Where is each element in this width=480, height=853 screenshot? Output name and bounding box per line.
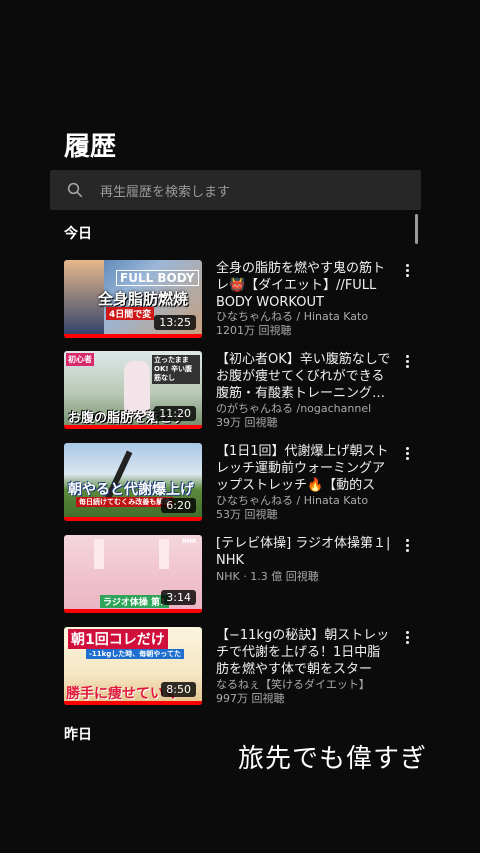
- watch-progress-bar: [64, 425, 202, 429]
- video-thumbnail[interactable]: 朝1回コレだけ -11kgした時、毎朝やってた 勝手に痩せていく 8:50: [64, 627, 202, 705]
- more-options-icon[interactable]: [400, 262, 414, 278]
- video-thumbnail[interactable]: FULL BODY 全身脂肪燃焼 4日間で変 13:25: [64, 260, 202, 338]
- video-views: 1201万 回視聴: [216, 324, 292, 337]
- video-duration: 6:20: [161, 498, 196, 513]
- thumbnail-text: ラジオ体操 第1: [100, 595, 170, 608]
- video-channel[interactable]: なるねぇ【笑けるダイエット】: [216, 678, 396, 692]
- video-item[interactable]: FULL BODY 全身脂肪燃焼 4日間で変 13:25 全身の脂肪を燃やす鬼の…: [64, 260, 418, 340]
- thumbnail-text: 立ったままOK! 辛い腹筋なし: [152, 355, 200, 384]
- thumbnail-text: FULL BODY: [116, 270, 199, 286]
- thumbnail-text: 毎日続けてむくみ改善も解消: [76, 497, 174, 507]
- overlay-caption: 旅先でも偉すぎ: [238, 744, 428, 774]
- video-duration: 3:14: [161, 590, 196, 605]
- more-options-icon[interactable]: [400, 445, 414, 461]
- more-options-icon[interactable]: [400, 353, 414, 369]
- video-item[interactable]: NHK ラジオ体操 第1 3:14 [テレビ体操] ラジオ体操第１| NHK N…: [64, 535, 418, 615]
- video-thumbnail[interactable]: NHK ラジオ体操 第1 3:14: [64, 535, 202, 613]
- video-title[interactable]: 【1日1回】代謝爆上げ朝ストレッチ運動前ウォーミングアップストレッチ🔥【動的スト…: [216, 443, 392, 494]
- more-options-icon[interactable]: [400, 537, 414, 553]
- section-today: 今日: [64, 226, 92, 242]
- video-item[interactable]: 初心者 立ったままOK! 辛い腹筋なし お腹の脂肪を落とす 11:20 【初心者…: [64, 351, 418, 431]
- video-views: 53万 回視聴: [216, 508, 278, 521]
- video-item[interactable]: 朝1回コレだけ -11kgした時、毎朝やってた 勝手に痩せていく 8:50 【−…: [64, 627, 418, 707]
- video-thumbnail[interactable]: 初心者 立ったままOK! 辛い腹筋なし お腹の脂肪を落とす 11:20: [64, 351, 202, 429]
- video-duration: 13:25: [154, 315, 196, 330]
- video-title[interactable]: 【初心者OK】辛い腹筋なしでお腹が痩せてくびれができる腹筋・有酸素トレーニング…: [216, 351, 392, 402]
- video-channel[interactable]: ひなちゃんねる / Hinata Kato: [216, 310, 396, 324]
- video-title[interactable]: 【−11kgの秘訣】朝ストレッチで代謝を上げる！1日中脂肪を燃やす体で朝をスター…: [216, 627, 392, 678]
- search-icon: [67, 182, 83, 198]
- watch-progress-bar: [64, 334, 202, 338]
- video-duration: 11:20: [154, 406, 196, 421]
- thumbnail-text: 朝やると代謝爆上げ: [68, 482, 194, 498]
- history-search-box[interactable]: 再生履歴を検索します: [50, 170, 421, 210]
- more-options-icon[interactable]: [400, 629, 414, 645]
- page-title: 履歴: [64, 132, 117, 162]
- thumbnail-text: 朝1回コレだけ: [68, 629, 168, 649]
- video-thumbnail[interactable]: 朝やると代謝爆上げ 毎日続けてむくみ改善も解消 6:20: [64, 443, 202, 521]
- video-channel[interactable]: NHK · 1.3 億 回視聴: [216, 570, 396, 584]
- scrollbar[interactable]: [415, 214, 418, 244]
- watch-progress-bar: [64, 517, 202, 521]
- watch-progress-bar: [64, 609, 202, 613]
- watch-progress-bar: [64, 701, 202, 705]
- video-item[interactable]: 朝やると代謝爆上げ 毎日続けてむくみ改善も解消 6:20 【1日1回】代謝爆上げ…: [64, 443, 418, 523]
- thumbnail-text: 4日間で変: [106, 307, 155, 320]
- search-input[interactable]: 再生履歴を検索します: [100, 181, 230, 200]
- thumbnail-text: -11kgした時、毎朝やってた: [86, 649, 184, 659]
- video-channel[interactable]: ひなちゃんねる / Hinata Kato: [216, 494, 396, 508]
- section-yesterday: 昨日: [64, 727, 92, 743]
- video-channel[interactable]: のがちゃんねる /nogachannel: [216, 402, 396, 416]
- thumbnail-text: NHK: [182, 538, 197, 545]
- video-title[interactable]: 全身の脂肪を燃やす鬼の筋トレ👹【ダイエット】//FULL BODY WORKOU…: [216, 260, 392, 311]
- video-views: 997万 回視聴: [216, 692, 285, 705]
- video-views: 39万 回視聴: [216, 416, 278, 429]
- thumbnail-text: 初心者: [66, 353, 94, 366]
- thumbnail-text: 全身脂肪燃焼: [98, 290, 189, 308]
- video-duration: 8:50: [161, 682, 196, 697]
- video-title[interactable]: [テレビ体操] ラジオ体操第１| NHK: [216, 535, 392, 569]
